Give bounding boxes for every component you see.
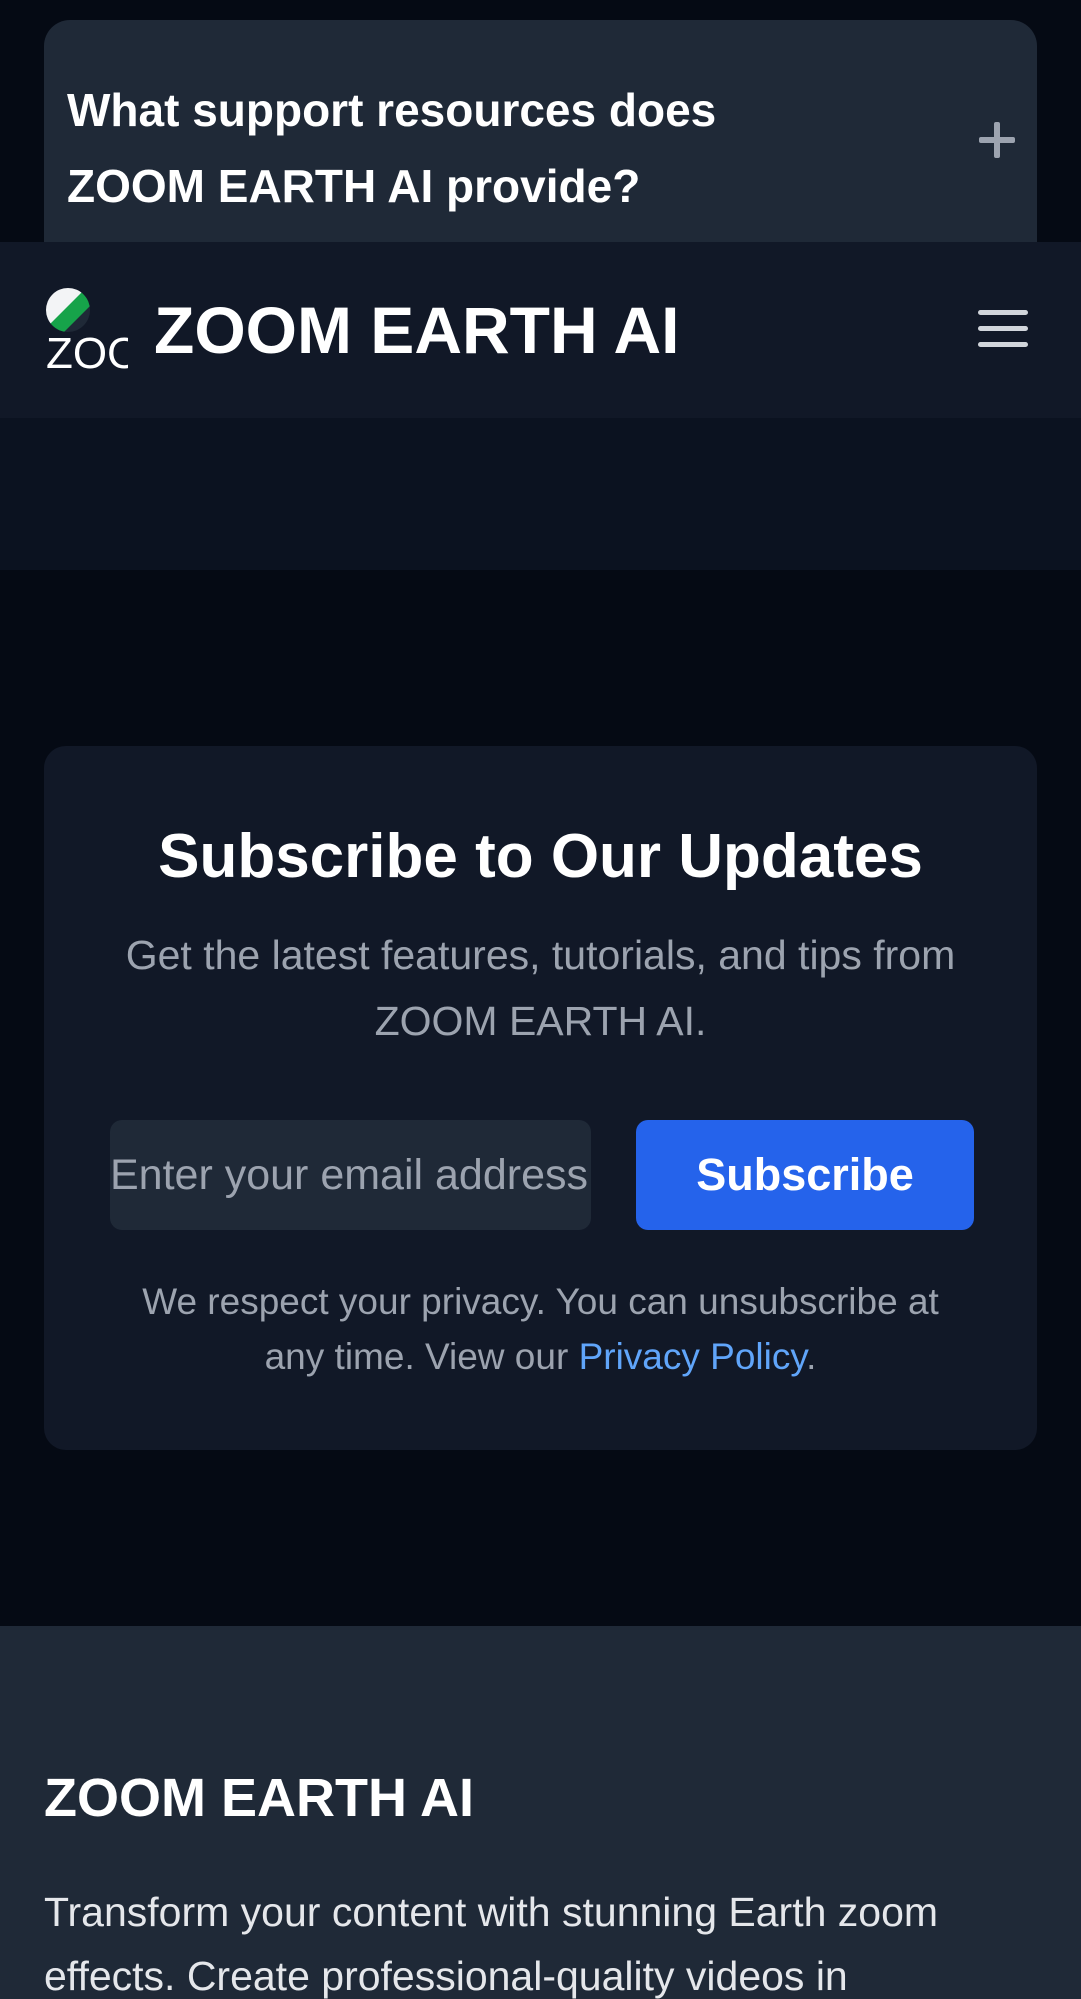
plus-icon[interactable] [979, 122, 1015, 158]
hamburger-line [978, 310, 1028, 315]
hamburger-line [978, 326, 1028, 331]
privacy-policy-link[interactable]: Privacy Policy [579, 1336, 807, 1377]
brand-name[interactable]: ZOOM EARTH AI [154, 290, 680, 370]
privacy-period: . [806, 1336, 817, 1377]
footer-description: Transform your content with stunning Ear… [44, 1889, 939, 1999]
privacy-note: We respect your privacy. You can unsubsc… [120, 1274, 961, 1384]
faq-question[interactable]: What support resources does ZOOM EARTH A… [67, 72, 767, 224]
section-divider [0, 418, 1081, 570]
footer-title: ZOOM EARTH AI [44, 1768, 474, 1828]
hamburger-line [978, 342, 1028, 347]
logo-alt-text: ZOOM [46, 329, 128, 373]
logo-image[interactable]: ZOOM [44, 288, 128, 372]
subscribe-button[interactable]: Subscribe [636, 1120, 974, 1230]
subscribe-title: Subscribe to Our Updates [158, 822, 923, 891]
page: What support resources does ZOOM EARTH A… [0, 0, 1081, 1999]
email-input[interactable] [110, 1120, 591, 1230]
privacy-text: We respect your privacy. You can unsubsc… [142, 1281, 939, 1377]
subscribe-description: Get the latest features, tutorials, and … [125, 932, 956, 1044]
globe-icon [46, 288, 90, 332]
hamburger-icon[interactable] [978, 308, 1028, 350]
